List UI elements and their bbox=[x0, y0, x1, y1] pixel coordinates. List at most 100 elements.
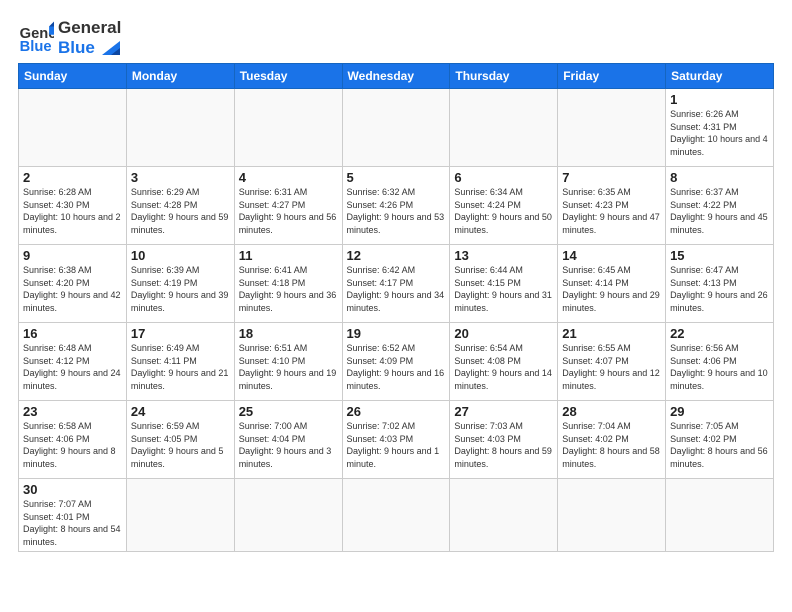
day-number: 7 bbox=[562, 170, 661, 185]
calendar-cell: 8Sunrise: 6:37 AM Sunset: 4:22 PM Daylig… bbox=[666, 167, 774, 245]
calendar-week-row: 30Sunrise: 7:07 AM Sunset: 4:01 PM Dayli… bbox=[19, 479, 774, 552]
day-number: 24 bbox=[131, 404, 230, 419]
day-info: Sunrise: 6:32 AM Sunset: 4:26 PM Dayligh… bbox=[347, 186, 446, 236]
calendar-cell: 21Sunrise: 6:55 AM Sunset: 4:07 PM Dayli… bbox=[558, 323, 666, 401]
day-info: Sunrise: 6:48 AM Sunset: 4:12 PM Dayligh… bbox=[23, 342, 122, 392]
weekday-header-saturday: Saturday bbox=[666, 64, 774, 89]
calendar-cell: 9Sunrise: 6:38 AM Sunset: 4:20 PM Daylig… bbox=[19, 245, 127, 323]
day-number: 19 bbox=[347, 326, 446, 341]
calendar-cell: 17Sunrise: 6:49 AM Sunset: 4:11 PM Dayli… bbox=[126, 323, 234, 401]
calendar-cell: 29Sunrise: 7:05 AM Sunset: 4:02 PM Dayli… bbox=[666, 401, 774, 479]
day-number: 11 bbox=[239, 248, 338, 263]
calendar-week-row: 23Sunrise: 6:58 AM Sunset: 4:06 PM Dayli… bbox=[19, 401, 774, 479]
weekday-header-thursday: Thursday bbox=[450, 64, 558, 89]
logo: General Blue General Blue bbox=[18, 18, 121, 57]
day-info: Sunrise: 6:41 AM Sunset: 4:18 PM Dayligh… bbox=[239, 264, 338, 314]
calendar-cell: 13Sunrise: 6:44 AM Sunset: 4:15 PM Dayli… bbox=[450, 245, 558, 323]
day-info: Sunrise: 6:29 AM Sunset: 4:28 PM Dayligh… bbox=[131, 186, 230, 236]
day-number: 15 bbox=[670, 248, 769, 263]
calendar-cell bbox=[19, 89, 127, 167]
calendar-cell: 24Sunrise: 6:59 AM Sunset: 4:05 PM Dayli… bbox=[126, 401, 234, 479]
day-number: 25 bbox=[239, 404, 338, 419]
calendar-cell: 15Sunrise: 6:47 AM Sunset: 4:13 PM Dayli… bbox=[666, 245, 774, 323]
weekday-header-wednesday: Wednesday bbox=[342, 64, 450, 89]
calendar-cell: 22Sunrise: 6:56 AM Sunset: 4:06 PM Dayli… bbox=[666, 323, 774, 401]
day-info: Sunrise: 6:51 AM Sunset: 4:10 PM Dayligh… bbox=[239, 342, 338, 392]
day-number: 21 bbox=[562, 326, 661, 341]
day-number: 6 bbox=[454, 170, 553, 185]
calendar-cell: 18Sunrise: 6:51 AM Sunset: 4:10 PM Dayli… bbox=[234, 323, 342, 401]
day-info: Sunrise: 6:31 AM Sunset: 4:27 PM Dayligh… bbox=[239, 186, 338, 236]
day-info: Sunrise: 7:05 AM Sunset: 4:02 PM Dayligh… bbox=[670, 420, 769, 470]
day-number: 17 bbox=[131, 326, 230, 341]
calendar-cell bbox=[558, 89, 666, 167]
day-number: 1 bbox=[670, 92, 769, 107]
day-info: Sunrise: 6:47 AM Sunset: 4:13 PM Dayligh… bbox=[670, 264, 769, 314]
calendar-cell: 26Sunrise: 7:02 AM Sunset: 4:03 PM Dayli… bbox=[342, 401, 450, 479]
day-info: Sunrise: 7:02 AM Sunset: 4:03 PM Dayligh… bbox=[347, 420, 446, 470]
day-info: Sunrise: 6:58 AM Sunset: 4:06 PM Dayligh… bbox=[23, 420, 122, 470]
calendar-cell: 1Sunrise: 6:26 AM Sunset: 4:31 PM Daylig… bbox=[666, 89, 774, 167]
day-number: 9 bbox=[23, 248, 122, 263]
day-info: Sunrise: 7:07 AM Sunset: 4:01 PM Dayligh… bbox=[23, 498, 122, 548]
header: General Blue General Blue bbox=[18, 18, 774, 57]
calendar-cell bbox=[666, 479, 774, 552]
calendar-cell: 23Sunrise: 6:58 AM Sunset: 4:06 PM Dayli… bbox=[19, 401, 127, 479]
calendar-week-row: 2Sunrise: 6:28 AM Sunset: 4:30 PM Daylig… bbox=[19, 167, 774, 245]
logo-triangle-icon bbox=[102, 41, 120, 55]
day-info: Sunrise: 6:34 AM Sunset: 4:24 PM Dayligh… bbox=[454, 186, 553, 236]
day-info: Sunrise: 6:59 AM Sunset: 4:05 PM Dayligh… bbox=[131, 420, 230, 470]
calendar-table: SundayMondayTuesdayWednesdayThursdayFrid… bbox=[18, 63, 774, 552]
calendar-cell: 27Sunrise: 7:03 AM Sunset: 4:03 PM Dayli… bbox=[450, 401, 558, 479]
day-info: Sunrise: 6:56 AM Sunset: 4:06 PM Dayligh… bbox=[670, 342, 769, 392]
calendar-cell bbox=[126, 89, 234, 167]
day-info: Sunrise: 6:45 AM Sunset: 4:14 PM Dayligh… bbox=[562, 264, 661, 314]
calendar-week-row: 16Sunrise: 6:48 AM Sunset: 4:12 PM Dayli… bbox=[19, 323, 774, 401]
calendar-cell: 2Sunrise: 6:28 AM Sunset: 4:30 PM Daylig… bbox=[19, 167, 127, 245]
calendar-cell bbox=[450, 89, 558, 167]
day-number: 18 bbox=[239, 326, 338, 341]
day-number: 23 bbox=[23, 404, 122, 419]
page: General Blue General Blue bbox=[0, 0, 792, 612]
calendar-cell: 28Sunrise: 7:04 AM Sunset: 4:02 PM Dayli… bbox=[558, 401, 666, 479]
day-number: 3 bbox=[131, 170, 230, 185]
calendar-week-row: 1Sunrise: 6:26 AM Sunset: 4:31 PM Daylig… bbox=[19, 89, 774, 167]
calendar-cell: 20Sunrise: 6:54 AM Sunset: 4:08 PM Dayli… bbox=[450, 323, 558, 401]
calendar-cell: 30Sunrise: 7:07 AM Sunset: 4:01 PM Dayli… bbox=[19, 479, 127, 552]
day-info: Sunrise: 6:54 AM Sunset: 4:08 PM Dayligh… bbox=[454, 342, 553, 392]
calendar-cell: 3Sunrise: 6:29 AM Sunset: 4:28 PM Daylig… bbox=[126, 167, 234, 245]
day-info: Sunrise: 6:37 AM Sunset: 4:22 PM Dayligh… bbox=[670, 186, 769, 236]
calendar-cell: 6Sunrise: 6:34 AM Sunset: 4:24 PM Daylig… bbox=[450, 167, 558, 245]
day-info: Sunrise: 6:28 AM Sunset: 4:30 PM Dayligh… bbox=[23, 186, 122, 236]
calendar-cell bbox=[234, 479, 342, 552]
weekday-header-tuesday: Tuesday bbox=[234, 64, 342, 89]
day-number: 5 bbox=[347, 170, 446, 185]
day-info: Sunrise: 6:35 AM Sunset: 4:23 PM Dayligh… bbox=[562, 186, 661, 236]
logo-blue: Blue bbox=[58, 38, 121, 58]
day-info: Sunrise: 6:42 AM Sunset: 4:17 PM Dayligh… bbox=[347, 264, 446, 314]
weekday-header-sunday: Sunday bbox=[19, 64, 127, 89]
calendar-week-row: 9Sunrise: 6:38 AM Sunset: 4:20 PM Daylig… bbox=[19, 245, 774, 323]
day-number: 22 bbox=[670, 326, 769, 341]
calendar-cell: 7Sunrise: 6:35 AM Sunset: 4:23 PM Daylig… bbox=[558, 167, 666, 245]
day-number: 8 bbox=[670, 170, 769, 185]
calendar-cell: 4Sunrise: 6:31 AM Sunset: 4:27 PM Daylig… bbox=[234, 167, 342, 245]
day-number: 20 bbox=[454, 326, 553, 341]
day-info: Sunrise: 7:03 AM Sunset: 4:03 PM Dayligh… bbox=[454, 420, 553, 470]
calendar-cell bbox=[342, 89, 450, 167]
calendar-cell: 19Sunrise: 6:52 AM Sunset: 4:09 PM Dayli… bbox=[342, 323, 450, 401]
day-number: 29 bbox=[670, 404, 769, 419]
calendar-cell: 25Sunrise: 7:00 AM Sunset: 4:04 PM Dayli… bbox=[234, 401, 342, 479]
day-info: Sunrise: 6:52 AM Sunset: 4:09 PM Dayligh… bbox=[347, 342, 446, 392]
weekday-header-row: SundayMondayTuesdayWednesdayThursdayFrid… bbox=[19, 64, 774, 89]
calendar-cell: 14Sunrise: 6:45 AM Sunset: 4:14 PM Dayli… bbox=[558, 245, 666, 323]
day-info: Sunrise: 6:44 AM Sunset: 4:15 PM Dayligh… bbox=[454, 264, 553, 314]
day-info: Sunrise: 6:38 AM Sunset: 4:20 PM Dayligh… bbox=[23, 264, 122, 314]
calendar-cell: 5Sunrise: 6:32 AM Sunset: 4:26 PM Daylig… bbox=[342, 167, 450, 245]
day-number: 16 bbox=[23, 326, 122, 341]
day-info: Sunrise: 7:04 AM Sunset: 4:02 PM Dayligh… bbox=[562, 420, 661, 470]
day-number: 28 bbox=[562, 404, 661, 419]
calendar-cell bbox=[342, 479, 450, 552]
logo-general: General bbox=[58, 18, 121, 38]
day-info: Sunrise: 6:26 AM Sunset: 4:31 PM Dayligh… bbox=[670, 108, 769, 158]
